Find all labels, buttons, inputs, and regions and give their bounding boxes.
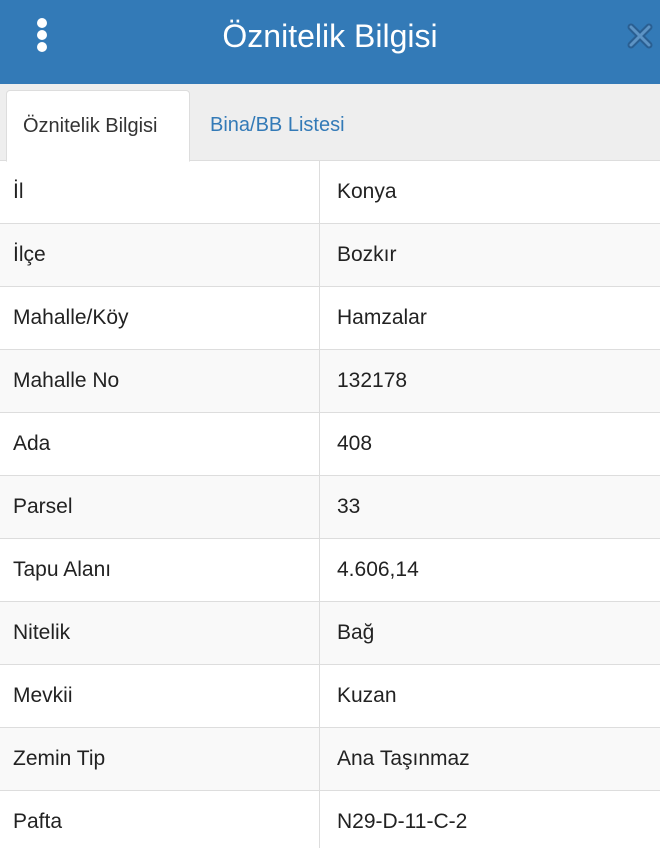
table-row: Ada 408 bbox=[0, 413, 660, 476]
attribute-key: İlçe bbox=[0, 224, 320, 286]
attribute-key: Zemin Tip bbox=[0, 728, 320, 790]
attribute-table: İl Konya İlçe Bozkır Mahalle/Köy Hamzala… bbox=[0, 161, 660, 848]
table-row: Mahalle/Köy Hamzalar bbox=[0, 287, 660, 350]
table-row: Pafta N29-D-11-C-2 bbox=[0, 791, 660, 848]
attribute-value: 4.606,14 bbox=[337, 558, 419, 581]
attribute-key: Tapu Alanı bbox=[0, 539, 320, 601]
attribute-value: Bağ bbox=[337, 621, 375, 644]
table-row: İl Konya bbox=[0, 161, 660, 224]
dialog-title: Öznitelik Bilgisi bbox=[222, 18, 438, 54]
attribute-value: Ana Taşınmaz bbox=[337, 747, 470, 770]
attribute-value: Bozkır bbox=[337, 243, 397, 266]
table-row: Mahalle No 132178 bbox=[0, 350, 660, 413]
table-row: İlçe Bozkır bbox=[0, 224, 660, 287]
attribute-key: Mevkii bbox=[0, 665, 320, 727]
attribute-value: 408 bbox=[337, 432, 373, 455]
table-row: Nitelik Bağ bbox=[0, 602, 660, 665]
tab-bar: Öznitelik Bilgisi Bina/BB Listesi bbox=[0, 84, 660, 162]
close-icon[interactable] bbox=[626, 22, 654, 50]
table-row: Mevkii Kuzan bbox=[0, 665, 660, 728]
attribute-key: Mahalle/Köy bbox=[0, 287, 320, 349]
dialog-header: Öznitelik Bilgisi bbox=[0, 0, 660, 84]
attribute-value: 33 bbox=[337, 495, 361, 518]
attribute-key: Ada bbox=[0, 413, 320, 475]
attribute-value: N29-D-11-C-2 bbox=[337, 810, 468, 833]
attribute-value: Hamzalar bbox=[337, 306, 427, 329]
table-row: Tapu Alanı 4.606,14 bbox=[0, 539, 660, 602]
table-row: Parsel 33 bbox=[0, 476, 660, 539]
tab-bina-bb-listesi[interactable]: Bina/BB Listesi bbox=[194, 90, 361, 161]
table-row: Zemin Tip Ana Taşınmaz bbox=[0, 728, 660, 791]
attribute-key: Pafta bbox=[0, 791, 320, 848]
attribute-key: İl bbox=[0, 161, 320, 223]
attribute-key: Parsel bbox=[0, 476, 320, 538]
attribute-key: Mahalle No bbox=[0, 350, 320, 412]
attribute-key: Nitelik bbox=[0, 602, 320, 664]
attribute-value: 132178 bbox=[337, 369, 408, 392]
tab-oznitelik-bilgisi[interactable]: Öznitelik Bilgisi bbox=[6, 90, 190, 162]
attribute-value: Kuzan bbox=[337, 684, 397, 707]
attribute-value: Konya bbox=[337, 180, 397, 203]
